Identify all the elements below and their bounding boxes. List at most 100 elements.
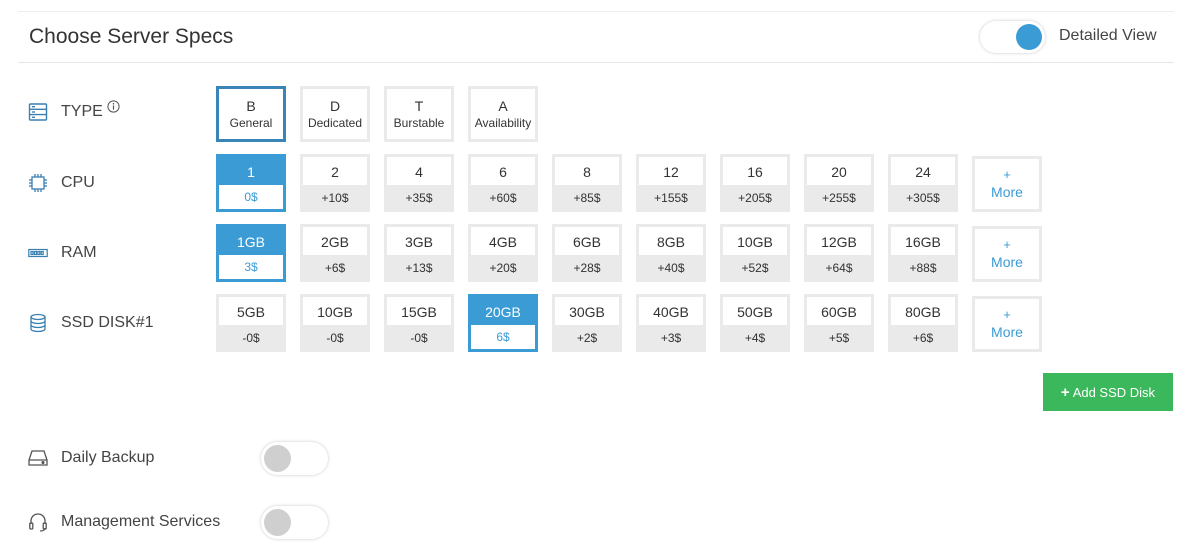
ssd-option-15gb[interactable]: 15GB -0$: [384, 294, 454, 352]
ram-option-value: 16GB: [888, 224, 958, 255]
type-option-availability[interactable]: A Availability: [468, 86, 538, 142]
info-icon[interactable]: [107, 99, 120, 113]
ram-option-2gb[interactable]: 2GB +6$: [300, 224, 370, 282]
ram-option-10gb[interactable]: 10GB +52$: [720, 224, 790, 282]
cpu-option-1[interactable]: 1 0$: [216, 154, 286, 212]
ssd-more-label: More: [991, 324, 1023, 340]
type-label: TYPE: [61, 103, 103, 120]
daily-backup-label: Daily Backup: [61, 449, 155, 466]
cpu-option-price: +305$: [888, 185, 958, 212]
ram-option-price: +40$: [636, 255, 706, 282]
ram-option-value: 6GB: [552, 224, 622, 255]
ssd-option-value: 50GB: [720, 294, 790, 325]
ram-option-1gb[interactable]: 1GB 3$: [216, 224, 286, 282]
cpu-option-12[interactable]: 12 +155$: [636, 154, 706, 212]
ssd-option-30gb[interactable]: 30GB +2$: [552, 294, 622, 352]
ssd-option-50gb[interactable]: 50GB +4$: [720, 294, 790, 352]
ssd-option-price: +6$: [888, 325, 958, 352]
database-icon: [28, 313, 48, 333]
ssd-option-10gb[interactable]: 10GB -0$: [300, 294, 370, 352]
ssd-option-price: -0$: [384, 325, 454, 352]
management-services-toggle[interactable]: [261, 506, 328, 539]
ssd-option-40gb[interactable]: 40GB +3$: [636, 294, 706, 352]
ram-row-label: RAM: [28, 241, 97, 265]
cpu-option-16[interactable]: 16 +205$: [720, 154, 790, 212]
daily-backup-toggle[interactable]: [261, 442, 328, 475]
ssd-option-value: 40GB: [636, 294, 706, 325]
cpu-option-6[interactable]: 6 +60$: [468, 154, 538, 212]
ssd-option-value: 60GB: [804, 294, 874, 325]
ssd-option-5gb[interactable]: 5GB -0$: [216, 294, 286, 352]
ram-label: RAM: [61, 244, 97, 261]
ram-option-price: +52$: [720, 255, 790, 282]
ram-option-value: 10GB: [720, 224, 790, 255]
ssd-option-price: +3$: [636, 325, 706, 352]
hard-drive-icon: [28, 448, 48, 468]
cpu-option-value: 24: [888, 154, 958, 185]
headset-icon: [28, 512, 48, 532]
ram-option-6gb[interactable]: 6GB +28$: [552, 224, 622, 282]
cpu-option-2[interactable]: 2 +10$: [300, 154, 370, 212]
type-option-burstable[interactable]: T Burstable: [384, 86, 454, 142]
cpu-option-value: 4: [384, 154, 454, 185]
cpu-option-value: 1: [216, 154, 286, 185]
plus-icon: +: [1003, 167, 1011, 182]
cpu-option-price: +205$: [720, 185, 790, 212]
cpu-option-20[interactable]: 20 +255$: [804, 154, 874, 212]
cpu-option-4[interactable]: 4 +35$: [384, 154, 454, 212]
type-row-label: TYPE: [28, 99, 120, 124]
daily-backup-toggle-knob: [264, 445, 291, 472]
ssd-option-value: 80GB: [888, 294, 958, 325]
ram-option-value: 8GB: [636, 224, 706, 255]
ram-option-price: +13$: [384, 255, 454, 282]
ssd-option-value: 5GB: [216, 294, 286, 325]
type-option-dedicated[interactable]: D Dedicated: [300, 86, 370, 142]
ram-option-value: 3GB: [384, 224, 454, 255]
plus-icon: +: [1060, 383, 1070, 401]
ram-option-value: 2GB: [300, 224, 370, 255]
ssd-option-price: -0$: [300, 325, 370, 352]
management-services-toggle-knob: [264, 509, 291, 536]
ssd-option-value: 20GB: [468, 294, 538, 325]
cpu-chip-icon: [28, 173, 48, 193]
ssd-option-60gb[interactable]: 60GB +5$: [804, 294, 874, 352]
ram-option-price: +20$: [468, 255, 538, 282]
ssd-option-value: 10GB: [300, 294, 370, 325]
ram-option-price: +88$: [888, 255, 958, 282]
cpu-option-price: +60$: [468, 185, 538, 212]
cpu-option-value: 6: [468, 154, 538, 185]
detailed-view-toggle-knob: [1016, 24, 1042, 50]
ssd-option-price: -0$: [216, 325, 286, 352]
detailed-view-toggle[interactable]: [980, 21, 1045, 53]
cpu-more-button[interactable]: + More: [972, 156, 1042, 212]
ram-option-4gb[interactable]: 4GB +20$: [468, 224, 538, 282]
ram-option-8gb[interactable]: 8GB +40$: [636, 224, 706, 282]
ssd-more-button[interactable]: + More: [972, 296, 1042, 352]
ssd-option-80gb[interactable]: 80GB +6$: [888, 294, 958, 352]
cpu-option-24[interactable]: 24 +305$: [888, 154, 958, 212]
cpu-row-label: CPU: [28, 171, 95, 195]
ram-more-button[interactable]: + More: [972, 226, 1042, 282]
cpu-option-value: 2: [300, 154, 370, 185]
ram-option-value: 4GB: [468, 224, 538, 255]
ram-more-label: More: [991, 254, 1023, 270]
daily-backup-row-label: Daily Backup: [28, 446, 154, 470]
cpu-option-value: 8: [552, 154, 622, 185]
cpu-option-value: 12: [636, 154, 706, 185]
ssd-option-value: 15GB: [384, 294, 454, 325]
ram-option-16gb[interactable]: 16GB +88$: [888, 224, 958, 282]
cpu-label: CPU: [61, 174, 95, 191]
ram-option-price: 3$: [216, 255, 286, 282]
cpu-option-8[interactable]: 8 +85$: [552, 154, 622, 212]
add-ssd-disk-button[interactable]: + Add SSD Disk: [1043, 373, 1173, 411]
ram-option-price: +64$: [804, 255, 874, 282]
cpu-option-price: +155$: [636, 185, 706, 212]
ssd-row-label: SSD DISK#1: [28, 311, 153, 335]
ram-option-price: +6$: [300, 255, 370, 282]
type-option-general[interactable]: B General: [216, 86, 286, 142]
cpu-option-price: +10$: [300, 185, 370, 212]
ssd-option-20gb[interactable]: 20GB 6$: [468, 294, 538, 352]
ram-option-12gb[interactable]: 12GB +64$: [804, 224, 874, 282]
cpu-option-price: +35$: [384, 185, 454, 212]
ram-option-3gb[interactable]: 3GB +13$: [384, 224, 454, 282]
